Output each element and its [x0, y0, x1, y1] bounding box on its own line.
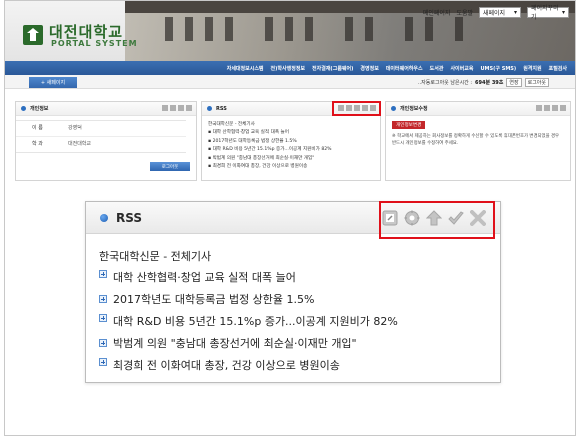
tab-new-page[interactable]: + 새페이지 — [29, 77, 77, 88]
close-icon[interactable] — [560, 105, 566, 111]
check-icon[interactable] — [552, 105, 558, 111]
main-nav: 자세대정보시스템 전)학사행정정보 전자결재(그룹웨어) 경영정보 데이터웨어하… — [5, 61, 575, 75]
modify-description: ※ 학교에서 제공하는 회사정보를 정확하게 수신할 수 있도록 휴대폰번호가 … — [392, 134, 560, 146]
portlet-title: RSS — [216, 105, 227, 112]
nav-item[interactable]: 포털검사 — [549, 65, 567, 72]
highlight-box-small — [332, 101, 381, 116]
rss-item[interactable]: 2017학년도 대학등록금 법정 상한율 1.5% — [99, 288, 398, 310]
new-page-select[interactable]: 새페이지 ▾ — [479, 6, 521, 18]
help-link[interactable]: 도움말 — [456, 8, 473, 17]
portlet-personal-info: 개인정보 이 름 강영덕 학 과 대전대학교 로그아웃 — [15, 101, 197, 181]
nav-item[interactable]: UMS(구 SMS) — [480, 65, 516, 72]
session-label: ..자동로그아웃 남은시간 : — [418, 80, 473, 86]
portlet-title: RSS — [116, 210, 142, 225]
expand-icon[interactable] — [99, 339, 107, 347]
chevron-down-icon: ▾ — [513, 8, 517, 16]
close-icon[interactable] — [186, 105, 192, 111]
bullet-icon — [21, 106, 26, 111]
nav-item[interactable]: 사이버교육 — [450, 65, 473, 72]
nav-item[interactable]: 전자결재(그룹웨어) — [312, 65, 353, 72]
extend-button[interactable]: 연장 — [506, 78, 522, 87]
rss-item[interactable]: 대학 산학협력·창업 교육 실적 대폭 늘어 — [99, 266, 398, 288]
rss-item[interactable]: ▪ 박범계 의원 "충남대 총장선거에 최순실·이재만 개입" — [208, 155, 374, 163]
session-info: ..자동로그아웃 남은시간 : 694분 39초 연장 로그아웃 — [418, 78, 549, 87]
expand-icon[interactable] — [99, 358, 107, 366]
session-time: 694분 39초 — [475, 80, 504, 86]
top-links: 메인페이지 도움말 새페이지 ▾ 페이지꾸미기 ▾ — [423, 5, 569, 21]
page-customize-select[interactable]: 페이지꾸미기 ▾ — [527, 5, 569, 21]
bullet-icon — [100, 213, 108, 222]
rss-item[interactable]: ▪ 대학 산학협력·창업 교육 실적 대폭 늘어 — [208, 129, 374, 137]
nav-item[interactable]: 경영정보 — [360, 65, 378, 72]
check-icon[interactable] — [178, 105, 184, 111]
nav-item[interactable]: 원격지원 — [523, 65, 541, 72]
rss-item[interactable]: ▪ 최경희 전 이화여대 총장, 건강 이상으로 병원이송 — [208, 163, 374, 171]
nav-item[interactable]: 전)학사행정정보 — [271, 65, 306, 72]
up-arrow-icon[interactable] — [544, 105, 550, 111]
rss-item[interactable]: ▪ 대학 R&D 비용 5년간 15.1%p 증가...이공계 지원비가 82% — [208, 146, 374, 154]
personal-logout-button[interactable]: 로그아웃 — [150, 162, 190, 171]
name-value: 강영덕 — [68, 125, 82, 131]
rss-item[interactable]: 대학 R&D 비용 5년간 15.1%p 증가...이공계 지원비가 82% — [99, 310, 398, 332]
rss-item[interactable]: 최경희 전 이화여대 총장, 건강 이상으로 병원이송 — [99, 354, 398, 376]
rss-list: 대학 산학협력·창업 교육 실적 대폭 늘어 2017학년도 대학등록금 법정 … — [99, 266, 398, 376]
portlet-title: 개인정보 — [30, 106, 49, 112]
dept-label: 학 과 — [32, 141, 43, 147]
browser-frame: 대전대학교 PORTAL SYSTEM 메인페이지 도움말 새페이지 ▾ 페이지꾸… — [4, 0, 576, 436]
nav-item[interactable]: 도서관 — [430, 65, 444, 72]
portal-header: 대전대학교 PORTAL SYSTEM 메인페이지 도움말 새페이지 ▾ 페이지꾸… — [5, 1, 575, 61]
nav-item[interactable]: 데이터웨어하우스 — [386, 65, 423, 72]
expand-icon[interactable] — [99, 314, 107, 322]
name-label: 이 름 — [32, 125, 43, 131]
bullet-icon — [391, 106, 396, 111]
expand-icon[interactable] — [99, 270, 107, 278]
edit-icon[interactable] — [162, 105, 168, 111]
bullet-icon — [207, 106, 212, 111]
modify-info-button[interactable]: 개인정보변경 — [392, 121, 426, 129]
rss-source: 한국대학신문 - 전체기사 — [99, 250, 212, 263]
logo-subtitle: PORTAL SYSTEM — [51, 39, 138, 48]
nav-item[interactable]: 자세대정보시스템 — [227, 65, 264, 72]
highlight-box-large — [379, 201, 495, 239]
up-arrow-icon[interactable] — [170, 105, 176, 111]
portlet-title: 개인정보수정 — [400, 106, 428, 112]
portlet-modify-info: 개인정보수정 개인정보변경 ※ 학교에서 제공하는 회사정보를 정확하게 수신할… — [385, 101, 571, 181]
dept-value: 대전대학교 — [68, 141, 92, 147]
sub-bar: + 새페이지 ..자동로그아웃 남은시간 : 694분 39초 연장 로그아웃 — [5, 75, 575, 89]
expand-icon[interactable] — [99, 295, 107, 303]
rss-item[interactable]: 박범계 의원 "충남대 총장선거에 최순실·이재만 개입" — [99, 332, 398, 354]
edit-icon[interactable] — [536, 105, 542, 111]
logout-button[interactable]: 로그아웃 — [524, 78, 549, 87]
rss-item[interactable]: ▪ 2017학년도 대학등록금 법정 상한율 1.5% — [208, 138, 374, 146]
university-logo-icon[interactable] — [23, 25, 43, 45]
main-page-link[interactable]: 메인페이지 — [423, 8, 451, 17]
rss-source: 한국대학신문 - 전체기사 — [208, 122, 255, 127]
chevron-down-icon: ▾ — [561, 8, 565, 16]
